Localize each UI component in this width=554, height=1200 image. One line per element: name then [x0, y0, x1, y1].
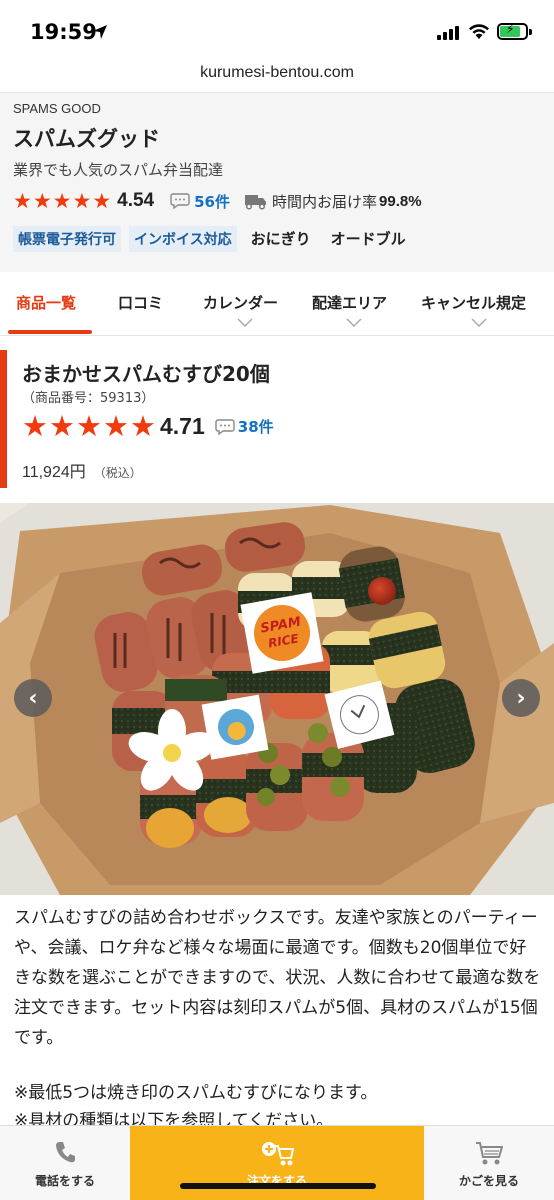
product-image: SPAM RICE ‹ ›: [0, 503, 554, 895]
product-review-count[interactable]: 38件: [238, 416, 274, 437]
carousel-next-button[interactable]: ›: [502, 679, 540, 717]
tab-delivery-area[interactable]: 配達エリア: [312, 292, 387, 313]
comment-icon: [170, 193, 190, 210]
tag-onigiri[interactable]: おにぎり: [245, 225, 317, 252]
tab-calendar[interactable]: カレンダー: [203, 292, 278, 313]
tab-reviews[interactable]: 口コミ: [118, 292, 163, 313]
shop-name[interactable]: スパムズグッド: [13, 123, 160, 153]
spam-musubi-box-photo: SPAM RICE: [0, 503, 554, 895]
star-icon: ★: [130, 409, 156, 443]
product-rating-score: 4.71: [160, 413, 205, 439]
cart-icon: [476, 1142, 503, 1165]
product-header: おまかせスパムむすび20個 （商品番号：59313） ★ ★ ★ ★ ★ 4.7…: [0, 350, 554, 490]
shop-rating-stars: ★ ★ ★ ★ ★: [13, 188, 112, 213]
chevron-down-icon: [471, 318, 487, 327]
product-accent-bar: [0, 350, 7, 488]
shop-review-count[interactable]: 56件: [194, 191, 230, 212]
star-icon: ★: [76, 409, 102, 443]
call-label: 電話をする: [34, 1174, 95, 1188]
cellular-signal-icon: [437, 25, 459, 40]
shop-description: 業界でも人気のスパム弁当配達: [13, 161, 224, 179]
active-tab-indicator: [8, 330, 92, 334]
carousel-prev-button[interactable]: ‹: [14, 679, 52, 717]
url-bar[interactable]: kurumesi-bentou.com: [0, 58, 554, 92]
tab-products[interactable]: 商品一覧: [16, 292, 76, 313]
tax-note: （税込）: [93, 466, 142, 480]
home-indicator: [180, 1183, 376, 1189]
product-number: （商品番号：59313）: [22, 391, 155, 406]
shop-header: SPAMS GOOD スパムズグッド 業界でも人気のスパム弁当配達 ★ ★ ★ …: [0, 92, 554, 272]
description-paragraph: スパムむすびの詰め合わせボックスです。友達や家族とのパーティーや、会議、ロケ弁な…: [14, 908, 541, 1048]
status-time: 19:59: [30, 20, 97, 44]
description-note: ※最低5つは焼き印のスパムむすびになります。: [14, 1083, 378, 1103]
tag-invoice-support: インボイス対応: [129, 225, 237, 252]
tag-hors-doeuvre[interactable]: オードブル: [325, 225, 412, 252]
chevron-down-icon: [346, 318, 362, 327]
delivery-rate-value: 99.8%: [379, 192, 422, 210]
comment-icon: [215, 418, 235, 435]
wifi-icon: [469, 24, 489, 39]
shop-rating-row: ★ ★ ★ ★ ★ 4.54 56件 時間内お届け率 99.8%: [13, 189, 422, 213]
star-icon: ★: [32, 188, 52, 213]
shop-brand: SPAMS GOOD: [13, 101, 101, 116]
tag-electronic-invoice: 帳票電子発行可: [13, 225, 121, 252]
star-icon: ★: [72, 188, 92, 213]
star-icon: ★: [103, 409, 129, 443]
add-to-cart-icon: [262, 1142, 294, 1166]
product-price: 11,924円: [22, 464, 86, 481]
delivery-rate-label: 時間内お届け率: [272, 192, 378, 211]
view-cart-button[interactable]: かごを見る: [424, 1126, 554, 1200]
price-row: 11,924円 （税込）: [22, 458, 142, 482]
tab-bar: 商品一覧 口コミ カレンダー 配達エリア キャンセル規定: [0, 272, 554, 336]
status-bar: 19:59 ⚡: [0, 0, 554, 58]
star-icon: ★: [49, 409, 75, 443]
product-description: スパムむすびの詰め合わせボックスです。友達や家族とのパーティーや、会議、ロケ弁な…: [14, 903, 542, 1083]
star-icon: ★: [13, 188, 32, 213]
call-button[interactable]: 電話をする: [0, 1126, 130, 1200]
product-rating-row: ★ ★ ★ ★ ★ 4.71 38件: [22, 412, 274, 441]
star-icon: ★: [22, 409, 48, 443]
shop-rating-score: 4.54: [117, 190, 155, 211]
truck-icon: [245, 195, 266, 210]
phone-icon: [56, 1142, 75, 1163]
product-rating-stars: ★ ★ ★ ★ ★: [22, 412, 156, 441]
product-title: おまかせスパムむすび20個: [22, 362, 270, 386]
star-icon: ★: [92, 188, 112, 213]
star-icon: ★: [52, 188, 72, 213]
battery-charging-icon: ⚡: [497, 22, 532, 40]
location-arrow-icon: [93, 25, 107, 39]
cart-label: かごを見る: [458, 1174, 519, 1188]
shop-tags: 帳票電子発行可 インボイス対応 おにぎり オードブル: [13, 225, 412, 252]
chevron-down-icon: [237, 318, 253, 327]
tab-cancellation-policy[interactable]: キャンセル規定: [421, 292, 526, 313]
